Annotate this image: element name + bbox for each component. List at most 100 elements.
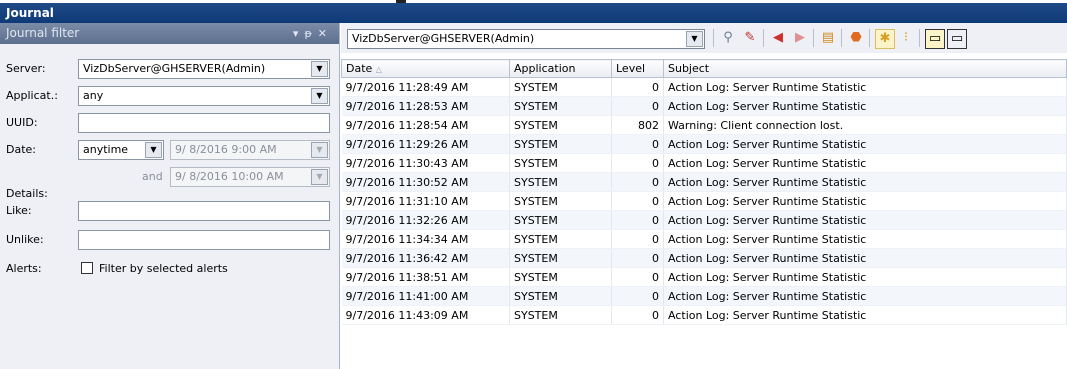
forward-icon[interactable]: ▶ — [791, 29, 809, 47]
date-from-picker[interactable]: 9/ 8/2016 9:00 AM ▼ — [170, 140, 330, 160]
filter-panel-title: Journal filter — [6, 26, 80, 40]
cell-level: 0 — [611, 77, 664, 97]
cell-date: 9/7/2016 11:28:49 AM — [341, 77, 510, 97]
application-label: Applicat.: — [6, 89, 58, 102]
edit-filter-icon[interactable]: ✎ — [741, 29, 759, 47]
chevron-down-icon[interactable]: ▼ — [311, 169, 328, 185]
filter-alerts-label: Filter by selected alerts — [99, 262, 228, 275]
date-from-value: 9/ 8/2016 9:00 AM — [175, 143, 277, 156]
cell-subject: Action Log: Server Runtime Statistic — [663, 96, 1067, 116]
sort-asc-icon: △ — [375, 65, 382, 74]
cell-level: 0 — [611, 153, 664, 173]
cell-subject: Action Log: Server Runtime Statistic — [663, 305, 1067, 325]
cell-level: 0 — [611, 134, 664, 154]
cell-date: 9/7/2016 11:31:10 AM — [341, 191, 510, 211]
filter-panel-header[interactable]: Journal filter ▾ᵽ✕ — [0, 23, 339, 44]
date-mode-value: anytime — [83, 143, 129, 156]
chevron-down-icon[interactable]: ▼ — [311, 88, 328, 104]
application-value: any — [83, 89, 104, 102]
cell-subject: Action Log: Server Runtime Statistic — [663, 134, 1067, 154]
toolbar-separator — [713, 29, 714, 47]
column-header-date[interactable]: Date △ — [341, 59, 510, 78]
cell-level: 0 — [611, 305, 664, 325]
date-to-picker[interactable]: 9/ 8/2016 10:00 AM ▼ — [170, 167, 330, 187]
alert-icon[interactable]: ✱ — [875, 29, 895, 49]
cell-application: SYSTEM — [509, 134, 612, 154]
panel-right-icon[interactable]: ▭ — [947, 29, 967, 49]
table-row[interactable]: 9/7/2016 11:28:53 AM SYSTEM 0 Action Log: S… — [341, 96, 1067, 116]
cell-application: SYSTEM — [509, 286, 612, 306]
table-row[interactable]: 9/7/2016 11:30:43 AM SYSTEM 0 Action Log: S… — [341, 153, 1067, 173]
cell-application: SYSTEM — [509, 267, 612, 287]
chevron-down-icon[interactable]: ▼ — [311, 142, 328, 158]
table-row[interactable]: 9/7/2016 11:32:26 AM SYSTEM 0 Action Log: S… — [341, 210, 1067, 230]
cell-subject: Action Log: Server Runtime Statistic — [663, 229, 1067, 249]
details-icon[interactable]: ⁝ — [897, 29, 915, 47]
table-row[interactable]: 9/7/2016 11:43:09 AM SYSTEM 0 Action Log: S… — [341, 305, 1067, 325]
application-select[interactable]: any ▼ — [78, 86, 330, 106]
cell-application: SYSTEM — [509, 96, 612, 116]
cell-level: 0 — [611, 96, 664, 116]
cell-level: 0 — [611, 210, 664, 230]
column-header-subject[interactable]: Subject — [663, 59, 1067, 78]
column-header-level[interactable]: Level — [611, 59, 664, 78]
cell-application: SYSTEM — [509, 248, 612, 268]
stop-icon[interactable]: ⬣ — [847, 29, 865, 47]
cell-date: 9/7/2016 11:38:51 AM — [341, 267, 510, 287]
cell-date: 9/7/2016 11:32:26 AM — [341, 210, 510, 230]
cell-date: 9/7/2016 11:30:43 AM — [341, 153, 510, 173]
uuid-label: UUID: — [6, 116, 38, 129]
cell-date: 9/7/2016 11:36:42 AM — [341, 248, 510, 268]
close-icon[interactable]: ✕ — [318, 27, 333, 40]
toolbar-separator — [763, 29, 764, 47]
chevron-down-icon[interactable]: ▼ — [686, 31, 703, 47]
unlike-input[interactable] — [78, 230, 330, 250]
table-row[interactable]: 9/7/2016 11:36:42 AM SYSTEM 0 Action Log: S… — [341, 248, 1067, 268]
table-row[interactable]: 9/7/2016 11:28:49 AM SYSTEM 0 Action Log: S… — [341, 77, 1067, 97]
search-icon[interactable]: ⚲ — [719, 29, 737, 47]
report-icon[interactable]: ▤ — [819, 29, 837, 47]
chevron-down-icon[interactable]: ▼ — [311, 61, 328, 77]
server-select[interactable]: VizDbServer@GHSERVER(Admin) ▼ — [78, 59, 330, 79]
cell-level: 802 — [611, 115, 664, 135]
journal-log-panel: VizDbServer@GHSERVER(Admin) ▼ ⚲ ✎ ◀ ▶ ▤ … — [341, 23, 1067, 369]
date-mode-select[interactable]: anytime ▼ — [78, 140, 164, 160]
chevron-down-icon[interactable]: ▼ — [145, 142, 162, 158]
toolbar-separator — [841, 29, 842, 47]
server-value: VizDbServer@GHSERVER(Admin) — [83, 62, 266, 75]
table-row[interactable]: 9/7/2016 11:30:52 AM SYSTEM 0 Action Log: S… — [341, 172, 1067, 192]
date-label: Date: — [6, 143, 36, 156]
cell-application: SYSTEM — [509, 77, 612, 97]
table-row[interactable]: 9/7/2016 11:28:54 AM SYSTEM 802 Warning: Cl… — [341, 115, 1067, 135]
cell-subject: Action Log: Server Runtime Statistic — [663, 77, 1067, 97]
filter-alerts-checkbox[interactable] — [81, 262, 93, 274]
table-row[interactable]: 9/7/2016 11:41:00 AM SYSTEM 0 Action Log: S… — [341, 286, 1067, 306]
unlike-label: Unlike: — [6, 233, 44, 246]
journal-window: Journal Journal filter ▾ᵽ✕ Server: VizDb… — [0, 3, 1067, 369]
cell-level: 0 — [611, 191, 664, 211]
cell-subject: Warning: Client connection lost. — [663, 115, 1067, 135]
cell-subject: Action Log: Server Runtime Statistic — [663, 153, 1067, 173]
panel-left-icon[interactable]: ▭ — [925, 29, 945, 49]
table-row[interactable]: 9/7/2016 11:29:26 AM SYSTEM 0 Action Log: S… — [341, 134, 1067, 154]
dropdown-icon[interactable]: ▾ — [293, 27, 305, 40]
cell-level: 0 — [611, 267, 664, 287]
table-row[interactable]: 9/7/2016 11:38:51 AM SYSTEM 0 Action Log: S… — [341, 267, 1067, 287]
like-input[interactable] — [78, 201, 330, 221]
cell-subject: Action Log: Server Runtime Statistic — [663, 172, 1067, 192]
like-label: Like: — [6, 204, 32, 217]
cell-level: 0 — [611, 172, 664, 192]
back-icon[interactable]: ◀ — [769, 29, 787, 47]
cell-subject: Action Log: Server Runtime Statistic — [663, 248, 1067, 268]
uuid-input[interactable] — [78, 113, 330, 133]
alerts-label: Alerts: — [6, 262, 42, 275]
date-to-value: 9/ 8/2016 10:00 AM — [175, 170, 284, 183]
cell-subject: Action Log: Server Runtime Statistic — [663, 210, 1067, 230]
pin-icon[interactable]: ᵽ — [304, 27, 317, 40]
column-header-application[interactable]: Application — [509, 59, 612, 78]
cell-level: 0 — [611, 286, 664, 306]
table-row[interactable]: 9/7/2016 11:34:34 AM SYSTEM 0 Action Log: S… — [341, 229, 1067, 249]
table-row[interactable]: 9/7/2016 11:31:10 AM SYSTEM 0 Action Log: S… — [341, 191, 1067, 211]
server-combo[interactable]: VizDbServer@GHSERVER(Admin) ▼ — [347, 29, 705, 49]
cell-application: SYSTEM — [509, 191, 612, 211]
